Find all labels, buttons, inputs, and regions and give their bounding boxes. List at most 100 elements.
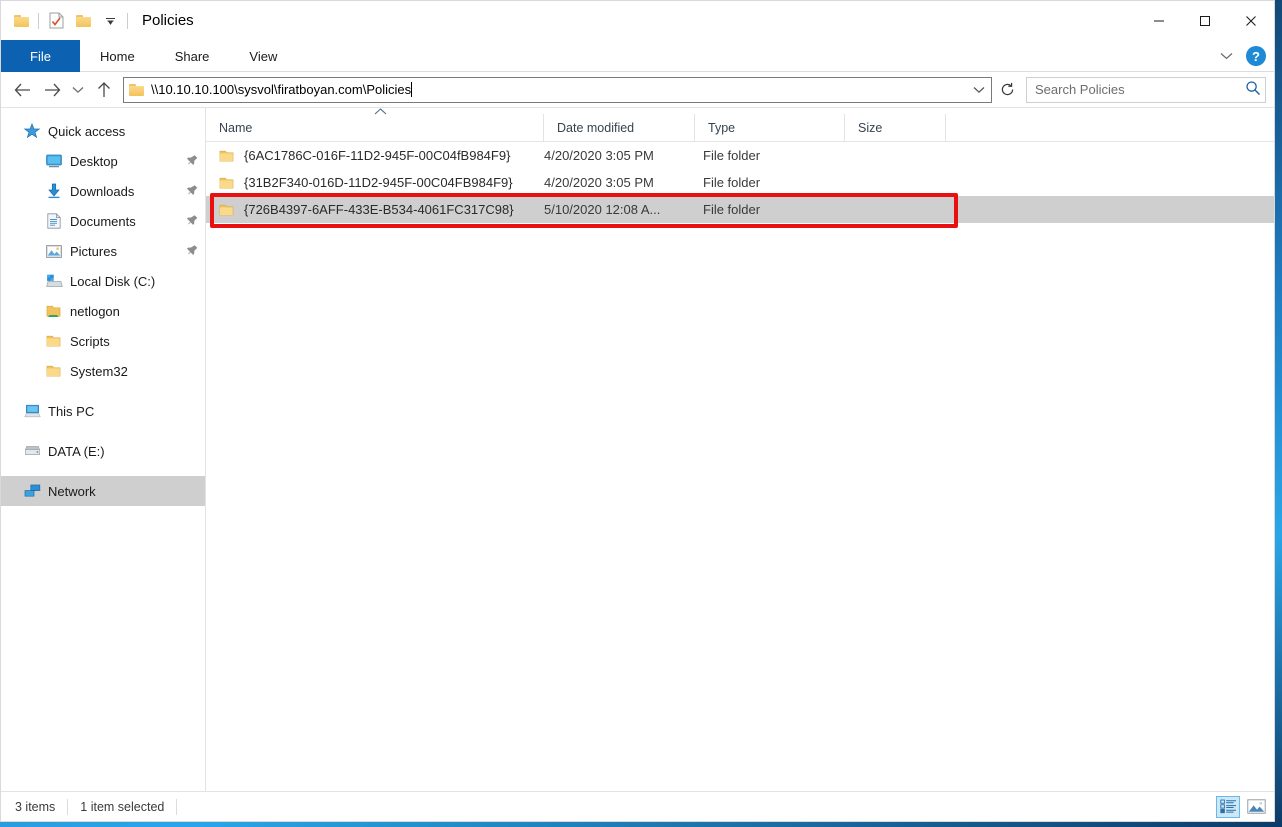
quick-access-toolbar <box>1 1 128 40</box>
cell-date-modified: 4/20/2020 3:05 PM <box>544 148 654 163</box>
address-dropdown-icon[interactable] <box>969 78 989 102</box>
file-explorer-window: Policies File Home Share View ? \\10.10.… <box>0 0 1275 822</box>
sidebar-label: Documents <box>70 213 136 229</box>
table-row[interactable]: {6AC1786C-016F-11D2-945F-00C04fB984F9} 4… <box>206 142 1274 169</box>
sort-ascending-icon <box>374 107 387 118</box>
sidebar-label: Quick access <box>48 123 126 139</box>
selection-label: 1 item selected <box>80 799 165 814</box>
address-bar[interactable]: \\10.10.10.100\sysvol\firatboyan.com\Pol… <box>123 76 992 103</box>
table-row[interactable]: {31B2F340-016D-11D2-945F-00C04FB984F9} 4… <box>206 169 1274 196</box>
view-toggle-group <box>1216 795 1268 818</box>
table-row[interactable]: {726B4397-6AFF-433E-B534-4061FC317C98} 5… <box>206 196 1274 223</box>
close-button[interactable] <box>1228 1 1274 40</box>
status-divider-2 <box>176 798 178 815</box>
windows-disk-icon <box>45 272 63 290</box>
column-header-name[interactable]: Name <box>206 107 544 142</box>
folder-icon[interactable] <box>11 11 31 31</box>
tab-home[interactable]: Home <box>80 40 155 72</box>
toolbar-divider-2 <box>127 12 128 29</box>
forward-button[interactable] <box>37 75 67 105</box>
chevron-down-icon[interactable] <box>100 11 120 31</box>
sidebar-item-documents[interactable]: Documents <box>1 206 205 236</box>
tab-share[interactable]: Share <box>155 40 230 72</box>
column-label: Size <box>858 120 883 135</box>
properties-icon[interactable] <box>46 11 66 31</box>
search-icon[interactable] <box>1245 80 1261 99</box>
back-button[interactable] <box>7 75 37 105</box>
picture-icon <box>45 242 63 260</box>
sidebar-label: Network <box>48 483 96 499</box>
up-button[interactable] <box>89 75 119 105</box>
sidebar-item-this-pc[interactable]: This PC <box>1 396 205 426</box>
sidebar-label: DATA (E:) <box>48 443 105 459</box>
star-icon <box>23 122 41 140</box>
address-folder-icon <box>129 83 144 96</box>
column-header-type[interactable]: Type <box>695 113 845 142</box>
folder-icon <box>45 362 63 380</box>
maximize-button[interactable] <box>1182 1 1228 40</box>
recent-locations-button[interactable] <box>67 75 89 105</box>
toolbar-divider <box>38 12 39 29</box>
sidebar-item-desktop[interactable]: Desktop <box>1 146 205 176</box>
tab-view[interactable]: View <box>229 40 297 72</box>
navigation-bar: \\10.10.10.100\sysvol\firatboyan.com\Pol… <box>1 72 1274 107</box>
ribbon-right-controls: ? <box>1216 40 1266 72</box>
large-icons-view-button[interactable] <box>1244 796 1268 818</box>
this-pc-icon <box>23 402 41 420</box>
folder-icon <box>219 203 235 217</box>
document-icon <box>45 212 63 230</box>
sidebar-label: netlogon <box>70 303 120 319</box>
sidebar-item-quick-access[interactable]: Quick access <box>1 116 205 146</box>
pin-icon[interactable] <box>181 211 200 230</box>
sidebar-item-netlogon[interactable]: netlogon <box>1 296 205 326</box>
search-box[interactable] <box>1026 76 1266 103</box>
tab-file[interactable]: File <box>1 40 80 72</box>
folder-icon <box>45 332 63 350</box>
search-input[interactable] <box>1035 82 1245 97</box>
sidebar-label: This PC <box>48 403 95 419</box>
sidebar-item-local-disk-c[interactable]: Local Disk (C:) <box>1 266 205 296</box>
cell-type: File folder <box>703 148 761 163</box>
drive-icon <box>23 442 41 460</box>
title-bar: Policies <box>1 1 1274 40</box>
pin-icon[interactable] <box>181 241 200 260</box>
file-rows: {6AC1786C-016F-11D2-945F-00C04fB984F9} 4… <box>206 142 1274 791</box>
address-path-text[interactable]: \\10.10.10.100\sysvol\firatboyan.com\Pol… <box>151 82 969 97</box>
item-count-label: 3 items <box>15 799 56 814</box>
details-view-button[interactable] <box>1216 795 1240 818</box>
sidebar-item-scripts[interactable]: Scripts <box>1 326 205 356</box>
column-header-size[interactable]: Size <box>845 113 946 142</box>
minimize-button[interactable] <box>1136 1 1182 40</box>
new-folder-icon[interactable] <box>73 11 93 31</box>
column-label: Name <box>219 120 253 135</box>
refresh-button[interactable] <box>994 77 1020 103</box>
sidebar-item-network[interactable]: Network <box>1 476 205 506</box>
window-title: Policies <box>142 12 194 29</box>
sidebar-label: Desktop <box>70 153 118 169</box>
cell-date-modified: 4/20/2020 3:05 PM <box>544 175 654 190</box>
download-icon <box>45 182 63 200</box>
network-folder-icon <box>45 302 63 320</box>
sidebar-item-system32[interactable]: System32 <box>1 356 205 386</box>
desktop-icon <box>45 152 63 170</box>
cell-type: File folder <box>703 202 761 217</box>
expand-ribbon-icon[interactable] <box>1216 46 1236 66</box>
status-bar: 3 items 1 item selected <box>1 791 1274 821</box>
pin-icon[interactable] <box>181 151 200 170</box>
file-list-area: Name Date modified Type Size {6AC1786C-0… <box>206 107 1274 791</box>
pin-icon[interactable] <box>181 181 200 200</box>
window-controls <box>1136 1 1274 40</box>
cell-date-modified: 5/10/2020 12:08 A... <box>544 202 661 217</box>
help-icon[interactable]: ? <box>1246 46 1266 66</box>
navigation-pane: Quick access Desktop Downloads Documents… <box>1 108 206 791</box>
sidebar-item-data-e[interactable]: DATA (E:) <box>1 436 205 466</box>
network-icon <box>23 482 41 500</box>
column-header-date-modified[interactable]: Date modified <box>544 113 695 142</box>
sidebar-item-pictures[interactable]: Pictures <box>1 236 205 266</box>
sidebar-item-downloads[interactable]: Downloads <box>1 176 205 206</box>
cell-name: {726B4397-6AFF-433E-B534-4061FC317C98} <box>244 202 514 217</box>
column-label: Date modified <box>557 120 635 135</box>
status-divider-1 <box>67 798 69 815</box>
